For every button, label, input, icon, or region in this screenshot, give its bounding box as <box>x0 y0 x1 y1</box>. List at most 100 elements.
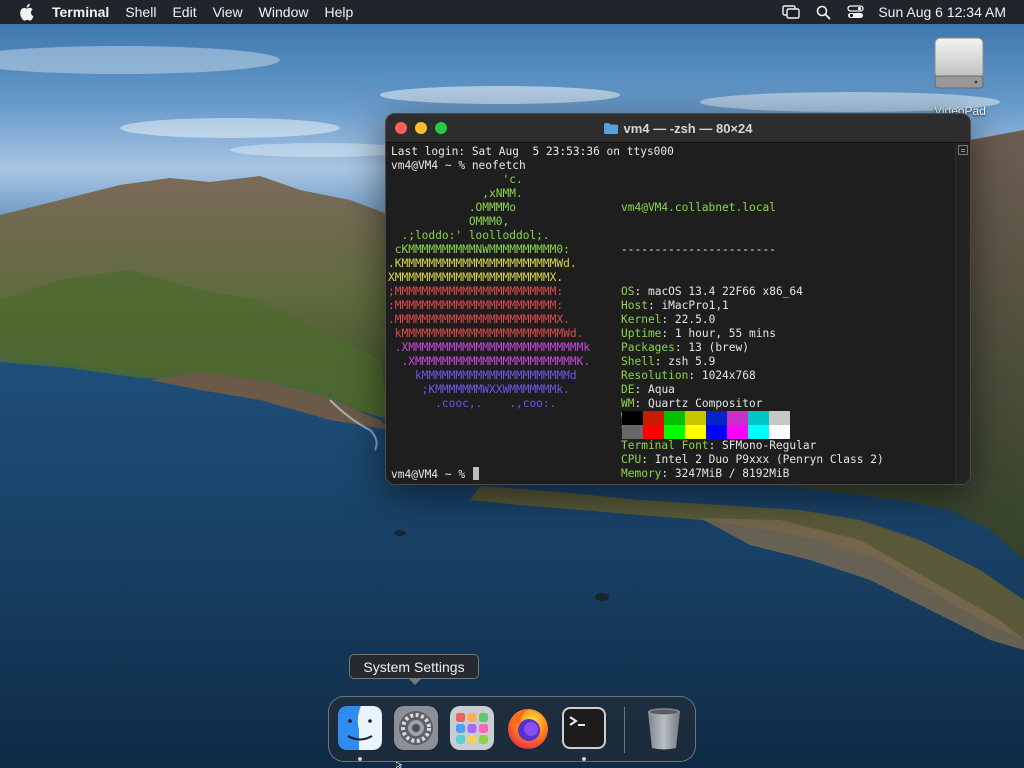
dock-separator <box>624 707 625 753</box>
info-value: macOS 13.4 22F66 x86_64 <box>647 285 803 298</box>
text-cursor <box>472 467 479 480</box>
trash-icon[interactable] <box>641 705 687 751</box>
info-row: Packages: 13 (brew) <box>621 341 749 354</box>
color-swatch <box>664 411 685 425</box>
info-key: WM <box>621 397 635 410</box>
neofetch-logo-line: .KMMMMMMMMMMMMMMMMMMMMMMMWd. <box>388 257 577 270</box>
last-login-line: Last login: Sat Aug 5 23:53:36 on ttys00… <box>391 145 674 158</box>
external-drive-icon <box>934 37 984 89</box>
color-swatch <box>706 411 727 425</box>
neofetch-logo-line: kMMMMMMMMMMMMMMMMMMMMMMd <box>388 369 577 382</box>
menu-help[interactable]: Help <box>316 0 361 24</box>
info-value: 22.5.0 <box>674 313 716 326</box>
neofetch-logo-line: .XMMMMMMMMMMMMMMMMMMMMMMMMMMk <box>388 341 591 354</box>
neofetch-logo-line: .cooc,. .,coo:. <box>388 397 557 410</box>
color-swatch <box>685 411 706 425</box>
menu-bar-clock[interactable]: Sun Aug 6 12:34 AM <box>872 4 1024 20</box>
launchpad-icon[interactable] <box>449 705 495 751</box>
info-row: Terminal Font: SFMono-Regular <box>621 439 817 452</box>
color-swatch <box>769 411 790 425</box>
neofetch-logo-line: .;loddo:' loolloddol;. <box>388 229 550 242</box>
color-swatch <box>748 411 769 425</box>
prompt-line: vm4@VM4 ~ % neofetch <box>391 159 526 172</box>
menu-app-terminal[interactable]: Terminal <box>52 0 117 24</box>
info-row: Kernel: 22.5.0 <box>621 313 716 326</box>
color-swatch <box>706 425 727 439</box>
color-swatch <box>685 425 706 439</box>
info-row: WM: Quartz Compositor <box>621 397 763 410</box>
info-row: Uptime: 1 hour, 55 mins <box>621 327 776 340</box>
neofetch-logo-line: kMMMMMMMMMMMMMMMMMMMMMMMMWd. <box>388 327 584 340</box>
info-row: Shell: zsh 5.9 <box>621 355 716 368</box>
finder-icon[interactable] <box>337 705 383 751</box>
color-swatch <box>643 411 664 425</box>
terminal-content[interactable]: Last login: Sat Aug 5 23:53:36 on ttys00… <box>386 143 970 484</box>
menu-bar: Terminal Shell Edit View Window Help Sun… <box>0 0 1024 24</box>
neofetch-logo-line: cKMMMMMMMMMMNWMMMMMMMMMM0: <box>388 243 570 256</box>
color-swatch <box>727 411 748 425</box>
folder-icon <box>603 122 618 134</box>
color-palette <box>622 411 792 439</box>
neofetch-logo-line: ;MMMMMMMMMMMMMMMMMMMMMMMM: <box>388 285 564 298</box>
color-swatch <box>643 425 664 439</box>
neofetch-logo-line: ,xNMM. <box>388 187 523 200</box>
info-row: Memory: 3247MiB / 8192MiB <box>621 467 790 480</box>
info-value: 3247MiB / 8192MiB <box>674 467 790 480</box>
color-swatch <box>769 425 790 439</box>
finder-running-indicator <box>358 757 362 761</box>
info-value: 13 (brew) <box>688 341 749 354</box>
host-line: vm4@VM4.collabnet.local <box>621 201 776 214</box>
info-key: Host <box>621 299 648 312</box>
info-key: CPU <box>621 453 642 466</box>
screen-mirroring-icon[interactable] <box>774 0 808 24</box>
desktop-drive-videopad[interactable]: VideoPad <box>924 34 996 120</box>
neofetch-logo-line: :MMMMMMMMMMMMMMMMMMMMMMMM: <box>388 299 564 312</box>
neofetch-logo-line: XMMMMMMMMMMMMMMMMMMMMMMMX. <box>388 271 564 284</box>
dock-tooltip: System Settings <box>349 654 479 685</box>
color-swatch <box>727 425 748 439</box>
info-row: DE: Aqua <box>621 383 675 396</box>
menu-edit[interactable]: Edit <box>164 0 204 24</box>
prompt-text: vm4@VM4 ~ % <box>391 468 472 481</box>
terminal-icon[interactable] <box>561 705 607 751</box>
info-value: iMacPro1,1 <box>661 299 729 312</box>
color-swatch <box>622 425 643 439</box>
info-key: Memory <box>621 467 662 480</box>
info-value: 1024x768 <box>701 369 756 382</box>
neofetch-logo-line: .MMMMMMMMMMMMMMMMMMMMMMMMX. <box>388 313 570 326</box>
info-row: OS: macOS 13.4 22F66 x86_64 <box>621 285 803 298</box>
menu-window[interactable]: Window <box>251 0 317 24</box>
window-titlebar[interactable]: vm4 — -zsh — 80×24 <box>386 114 970 143</box>
info-value: zsh 5.9 <box>668 355 716 368</box>
menu-shell[interactable]: Shell <box>117 0 164 24</box>
color-swatch <box>748 425 769 439</box>
apple-logo-icon[interactable] <box>0 0 52 24</box>
dock <box>328 696 696 762</box>
menu-view[interactable]: View <box>205 0 251 24</box>
info-key: Uptime <box>621 327 662 340</box>
info-value: Intel 2 Duo P9xxx (Penryn Class 2) <box>654 453 884 466</box>
info-key: Kernel <box>621 313 662 326</box>
neofetch-logo-line: .OMMMMo <box>388 201 516 214</box>
current-prompt[interactable]: vm4@VM4 ~ % <box>391 467 479 482</box>
neofetch-logo-line: .XMMMMMMMMMMMMMMMMMMMMMMMMK. <box>388 355 591 368</box>
info-key: Resolution <box>621 369 689 382</box>
control-center-icon[interactable] <box>839 0 872 24</box>
firefox-icon[interactable] <box>505 705 551 751</box>
terminal-window[interactable]: vm4 — -zsh — 80×24 Last login: Sat Aug 5… <box>385 113 971 485</box>
info-value: 1 hour, 55 mins <box>674 327 776 340</box>
info-key: Terminal Font <box>621 439 709 452</box>
neofetch-logo-line: ;KMMMMMMMWXXWMMMMMMMk. <box>388 383 570 396</box>
info-key: Packages <box>621 341 675 354</box>
spotlight-search-icon[interactable] <box>808 0 839 24</box>
info-key: OS <box>621 285 635 298</box>
info-row: CPU: Intel 2 Duo P9xxx (Penryn Class 2) <box>621 453 884 466</box>
scrollbar-grip-icon[interactable] <box>958 145 968 155</box>
info-value: Aqua <box>647 383 675 396</box>
color-swatch <box>622 411 643 425</box>
neofetch-logo-line: OMMM0, <box>388 215 510 228</box>
scrollbar[interactable] <box>955 143 970 484</box>
info-value: SFMono-Regular <box>722 439 817 452</box>
system-settings-icon[interactable] <box>393 705 439 751</box>
color-swatch <box>664 425 685 439</box>
